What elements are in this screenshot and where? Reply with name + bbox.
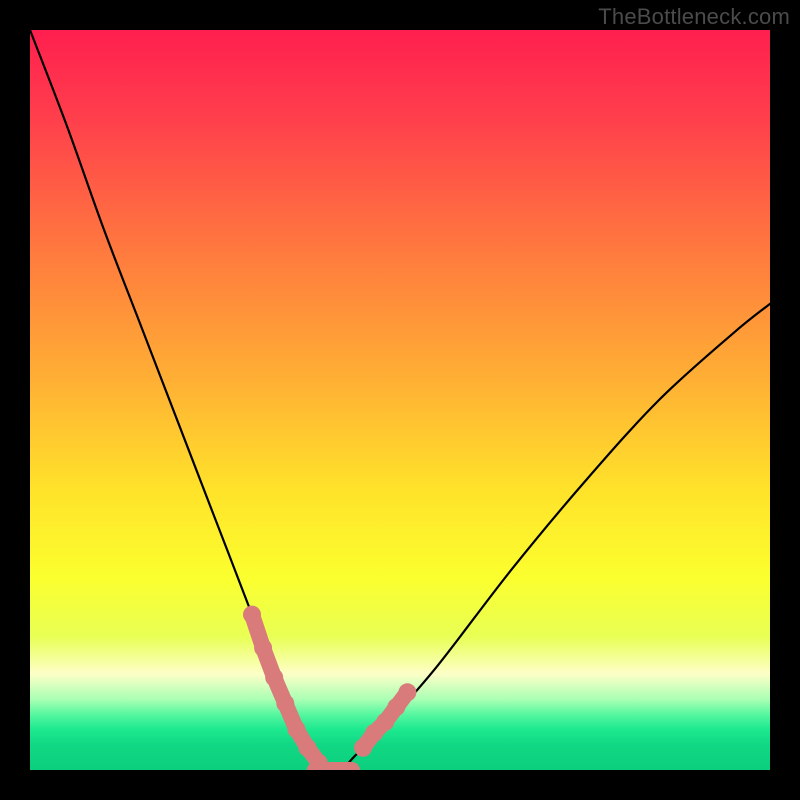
curve-layer [30,30,770,770]
marker-dot [299,739,317,757]
marker-dot [243,606,261,624]
marker-dot [376,713,394,731]
marker-dot [398,683,416,701]
bottleneck-curve [30,30,770,770]
marker-dot [354,739,372,757]
plot-area [30,30,770,770]
chart-frame: TheBottleneck.com [0,0,800,800]
marker-dot [265,669,283,687]
marker-dot [254,639,272,657]
marker-dot [387,698,405,716]
watermark-text: TheBottleneck.com [598,4,790,30]
marker-dot [276,694,294,712]
marker-dot [287,720,305,738]
marker-layer [243,606,416,770]
